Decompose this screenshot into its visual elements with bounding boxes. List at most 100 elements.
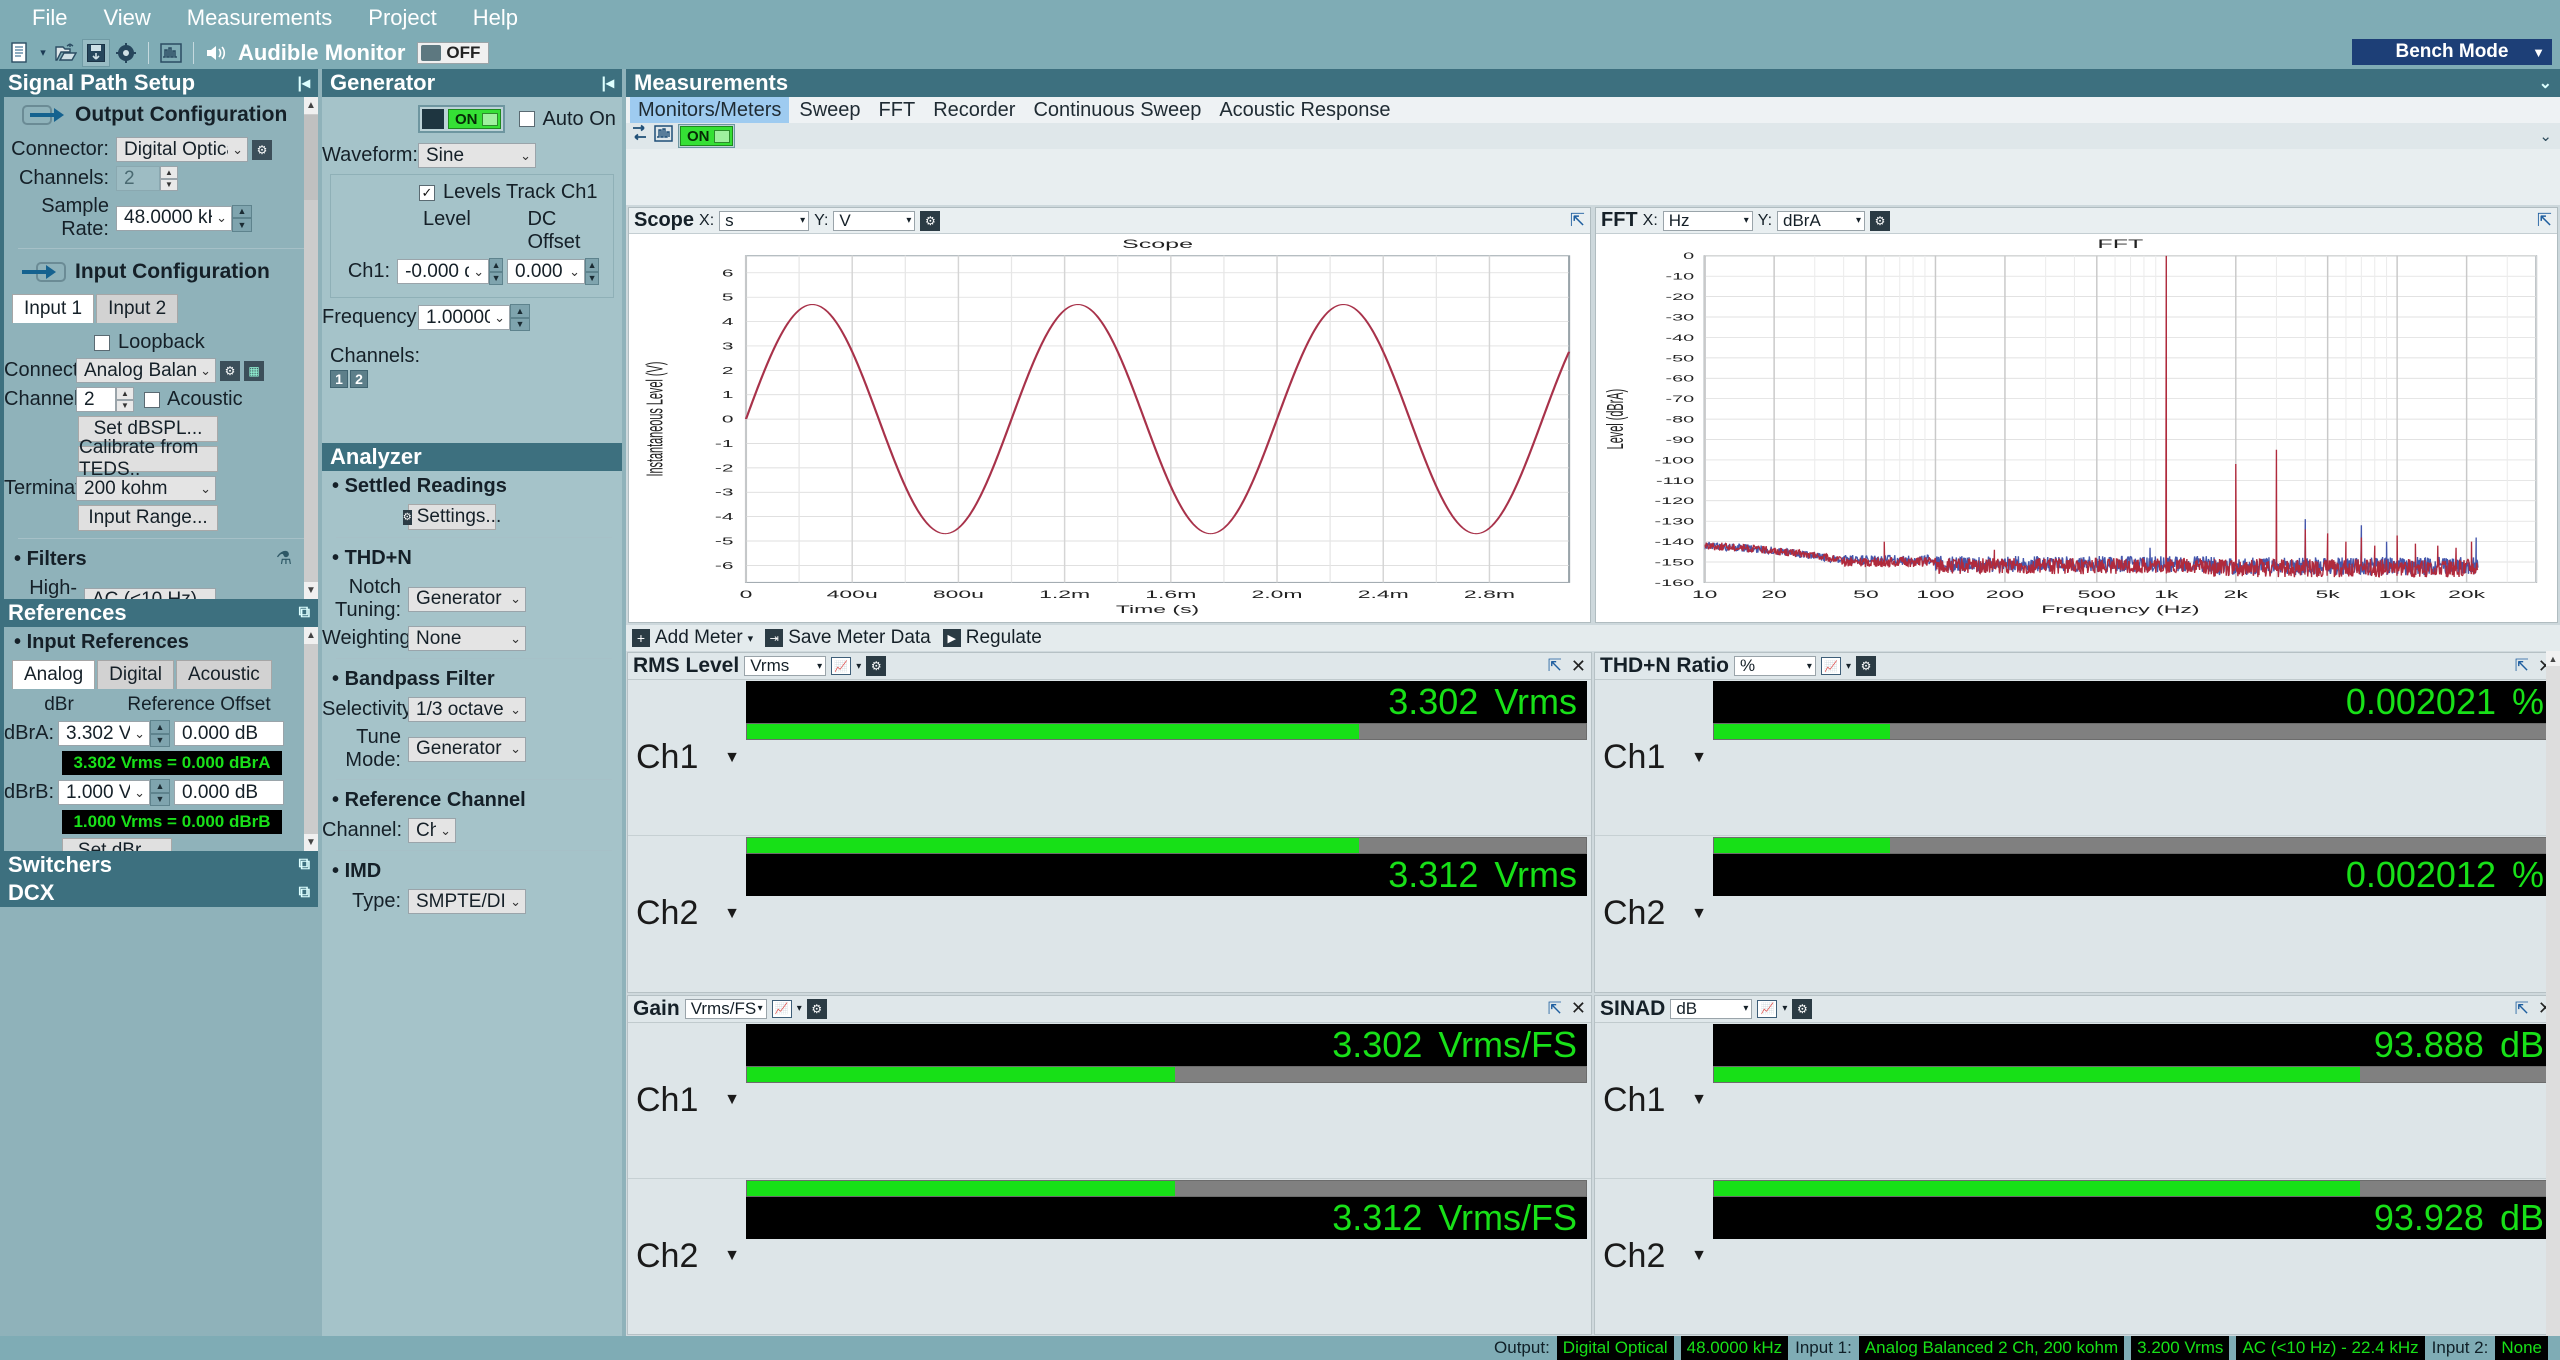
highpass-select[interactable]: AC (<10 Hz) ⌄ — [84, 587, 216, 599]
speaker-icon[interactable] — [202, 39, 230, 67]
scroll-up-icon[interactable]: ▲ — [2546, 651, 2560, 666]
dbrb-offset-value[interactable]: 0.000 dB — [174, 780, 284, 805]
generator-channel-2-button[interactable]: 2 — [350, 370, 368, 388]
meter-gear-icon[interactable]: ⚙ — [806, 998, 827, 1019]
dbrb-stepper[interactable]: ▲ ▼ — [150, 779, 170, 806]
scroll-down-icon[interactable]: ▼ — [304, 834, 318, 851]
output-channels-value[interactable]: 2 — [116, 166, 160, 191]
dock-icon[interactable]: |◂ — [297, 73, 310, 93]
scroll-down-icon[interactable]: ▼ — [304, 582, 318, 599]
levels-track-checkbox[interactable]: ✓ — [419, 184, 435, 201]
meter-close-icon[interactable]: ✕ — [1571, 656, 1586, 677]
meter-channel-selector[interactable]: Ch2 ▼ — [1595, 836, 1713, 991]
input-connector-select[interactable]: Analog Balanced ⌄ — [76, 358, 216, 383]
generator-on-toggle[interactable]: ON — [418, 105, 505, 133]
tab-monitors-meters[interactable]: Monitors/Meters — [630, 96, 790, 124]
switchers-dock-icon[interactable]: ⧉ — [299, 856, 310, 874]
scroll-thumb[interactable] — [304, 115, 318, 200]
ch1-dc-offset-select[interactable]: 0.000 D ⌄ — [507, 259, 586, 284]
meter-popout-icon[interactable]: ⇱ — [1548, 656, 1562, 676]
tab-analog[interactable]: Analog — [12, 660, 96, 689]
meter-channel-selector[interactable]: Ch1 ▼ — [628, 680, 746, 835]
chevron-down-icon[interactable]: ⌄ — [2539, 127, 2552, 145]
ch1-level-stepper[interactable]: ▲ ▼ — [489, 258, 504, 285]
scroll-up-icon[interactable]: ▲ — [304, 627, 318, 644]
meter-channel-selector[interactable]: Ch2 ▼ — [1595, 1179, 1713, 1334]
scope-y-select[interactable]: V ▾ — [833, 210, 916, 231]
menu-project[interactable]: Project — [350, 3, 454, 33]
new-document-icon[interactable] — [6, 39, 34, 67]
meter-popout-icon[interactable]: ⇱ — [2515, 656, 2529, 676]
dbrb-select[interactable]: 1.000 Vrms ⌄ — [58, 780, 150, 805]
selectivity-select[interactable]: 1/3 octave ⌄ — [408, 697, 526, 722]
ch1-level-select[interactable]: -0.000 dBFS ⌄ — [397, 259, 490, 284]
tab-recorder[interactable]: Recorder — [925, 97, 1023, 124]
measurements-on-toggle[interactable]: ON — [678, 124, 735, 148]
set-dbr-button[interactable]: Set dBr... — [62, 838, 172, 851]
meter-graph-icon[interactable]: 📈 — [1757, 999, 1778, 1018]
meter-channel-selector[interactable]: Ch1 ▼ — [628, 1023, 746, 1178]
open-folder-icon[interactable] — [52, 39, 80, 67]
regulate-button[interactable]: ▶ Regulate — [942, 627, 1042, 649]
tab-digital[interactable]: Digital — [97, 660, 174, 689]
measurements-collapse-icon[interactable]: ⌄ — [2539, 73, 2552, 93]
save-meter-data-button[interactable]: ⇥ Save Meter Data — [765, 627, 931, 649]
ch1-dc-offset-stepper[interactable]: ▲ ▼ — [585, 258, 599, 285]
dbra-offset-value[interactable]: 0.000 dB — [174, 721, 284, 746]
waveform-icon[interactable] — [157, 39, 185, 67]
fft-gear-icon[interactable]: ⚙ — [1870, 210, 1891, 231]
tab-continuous-sweep[interactable]: Continuous Sweep — [1025, 97, 1209, 124]
meter-popout-icon[interactable]: ⇱ — [2515, 999, 2529, 1019]
tab-acoustic[interactable]: Acoustic — [175, 660, 272, 689]
tab-input-1[interactable]: Input 1 — [12, 294, 95, 323]
meter-channel-selector[interactable]: Ch2 ▼ — [628, 836, 746, 991]
dbra-select[interactable]: 3.302 Vrms ⌄ — [58, 721, 150, 746]
meter-unit-select[interactable]: Vrms ▾ — [744, 656, 827, 676]
save-icon[interactable] — [82, 38, 110, 67]
add-meter-button[interactable]: + Add Meter ▾ — [632, 627, 753, 649]
scope-x-select[interactable]: s ▾ — [719, 210, 810, 231]
signal-path-scrollbar[interactable]: ▲ ▼ — [304, 97, 318, 599]
input-connector-gear-icon[interactable]: ⚙ — [220, 360, 240, 381]
menu-help[interactable]: Help — [455, 3, 536, 33]
tab-sweep[interactable]: Sweep — [791, 97, 868, 124]
termination-select[interactable]: 200 kohm ⌄ — [76, 476, 216, 501]
dcx-dock-icon[interactable]: ⧉ — [299, 884, 310, 902]
output-sample-rate-stepper[interactable]: ▲ ▼ — [232, 204, 252, 232]
scope-popout-icon[interactable]: ⇱ — [1570, 210, 1585, 231]
meter-graph-icon[interactable]: 📈 — [831, 657, 852, 675]
gear-icon[interactable] — [112, 39, 140, 67]
fft-popout-icon[interactable]: ⇱ — [2537, 210, 2552, 231]
scroll-up-icon[interactable]: ▲ — [304, 97, 318, 114]
meter-unit-select[interactable]: Vrms/FS ▾ — [684, 998, 767, 1019]
meter-channel-selector[interactable]: Ch1 ▼ — [1595, 680, 1713, 835]
audible-monitor-toggle[interactable]: OFF — [417, 41, 490, 64]
fft-y-select[interactable]: dBrA ▾ — [1777, 210, 1866, 231]
bench-mode-selector[interactable]: Bench Mode ▼ — [2352, 39, 2552, 65]
meter-gear-icon[interactable]: ⚙ — [866, 656, 887, 676]
loopback-checkbox[interactable] — [94, 334, 110, 351]
acoustic-checkbox[interactable] — [144, 391, 160, 408]
frequency-select[interactable]: 1.00000 kHz ⌄ — [418, 305, 510, 330]
analyzer-weighting-select[interactable]: None ⌄ — [408, 626, 526, 651]
scope-gear-icon[interactable]: ⚙ — [920, 210, 941, 231]
meter-gear-icon[interactable]: ⚙ — [1792, 998, 1813, 1019]
output-connector-select[interactable]: Digital Optical ⌄ — [116, 137, 248, 162]
meter-channel-selector[interactable]: Ch2 ▼ — [628, 1179, 746, 1334]
waveform-icon[interactable] — [654, 124, 673, 149]
output-connector-gear-icon[interactable]: ⚙ — [252, 139, 272, 160]
meter-graph-icon[interactable]: 📈 — [771, 999, 792, 1018]
dcx-panel[interactable]: DCX ⧉ — [0, 879, 318, 907]
meter-unit-select[interactable]: dB ▾ — [1670, 998, 1753, 1019]
tab-acoustic-response[interactable]: Acoustic Response — [1211, 97, 1398, 124]
meter-channel-selector[interactable]: Ch1 ▼ — [1595, 1023, 1713, 1178]
calibrate-from-teds-button[interactable]: Calibrate from TEDS.. — [78, 437, 218, 480]
references-dock-icon[interactable]: ⧉ — [299, 604, 310, 622]
input-channels-stepper[interactable]: ▲ ▼ — [116, 387, 134, 412]
filter-icon[interactable]: ⚗ — [276, 548, 292, 569]
meter-gear-icon[interactable]: ⚙ — [1855, 656, 1876, 676]
input-connector-meter-icon[interactable]: ▦ — [244, 360, 264, 381]
tab-input-2[interactable]: Input 2 — [96, 294, 179, 323]
new-document-dropdown-icon[interactable]: ▾ — [36, 39, 50, 67]
reference-channel-select[interactable]: Ch1 ⌄ — [408, 818, 456, 843]
